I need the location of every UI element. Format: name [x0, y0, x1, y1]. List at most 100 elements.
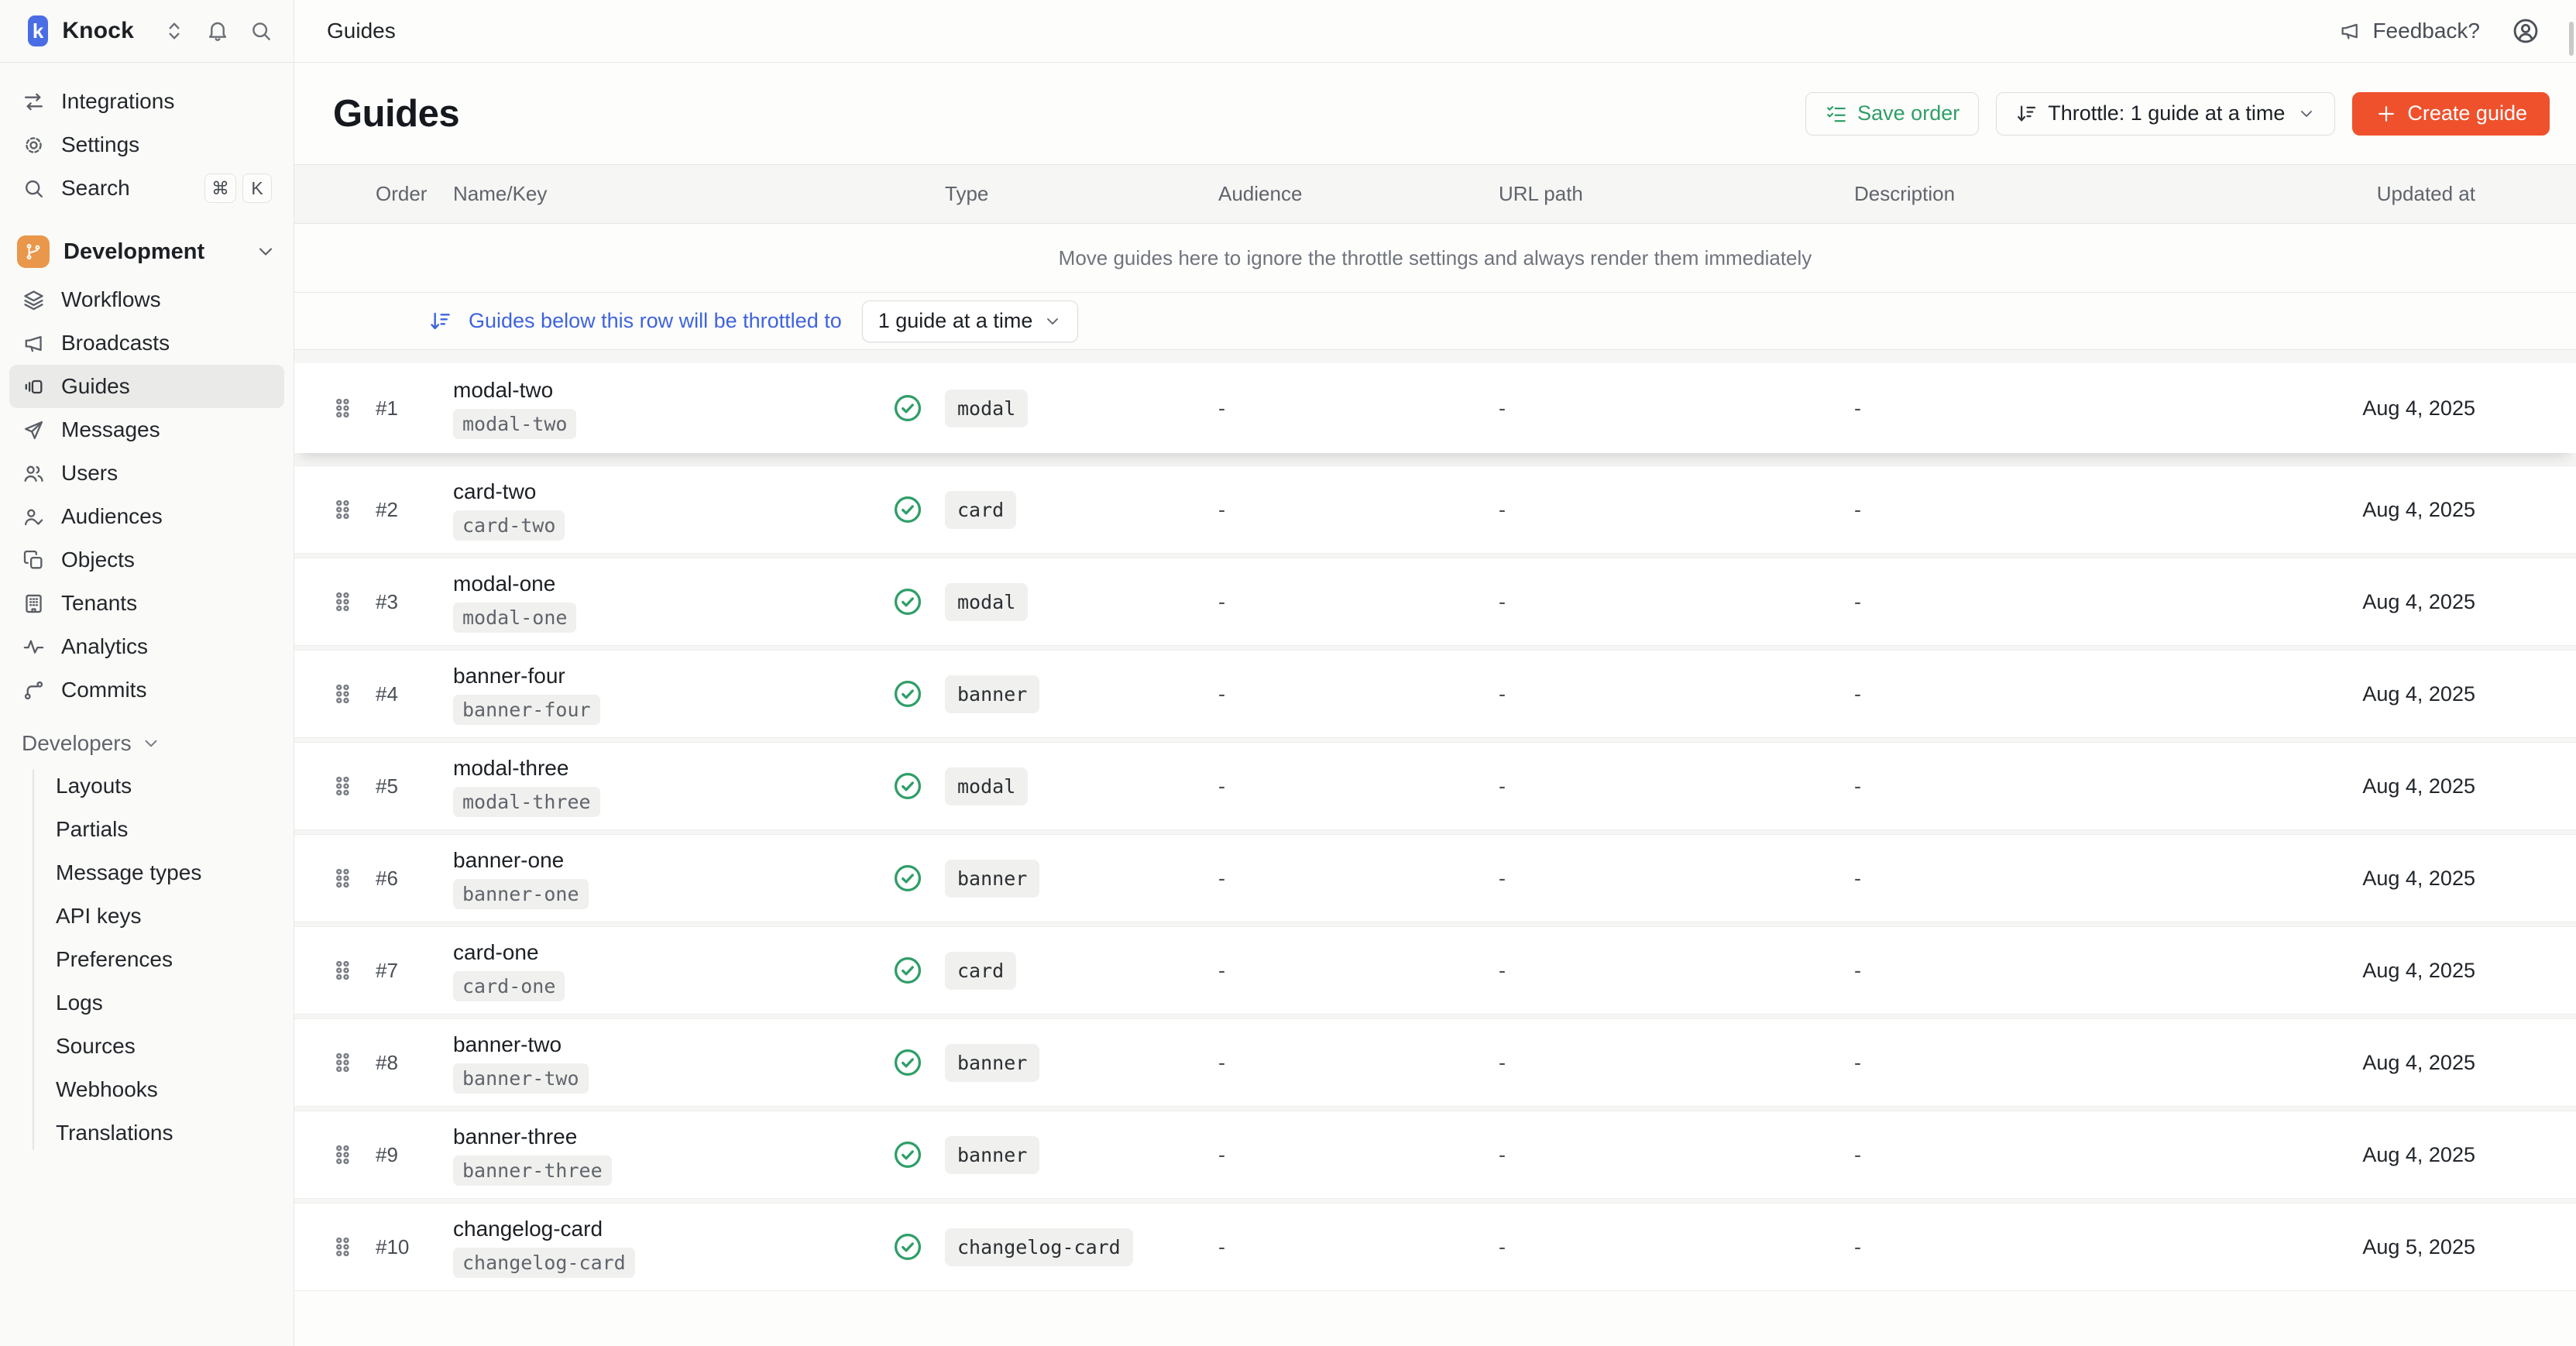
- drag-handle-icon[interactable]: [329, 863, 355, 894]
- guide-updated-at: Aug 4, 2025: [2324, 498, 2475, 522]
- sidebar-item-message-types[interactable]: Message types: [34, 851, 284, 894]
- sidebar-item-webhooks[interactable]: Webhooks: [34, 1068, 284, 1111]
- environment-icon: [17, 235, 50, 268]
- table-row[interactable]: #4 banner-four banner-four banner - - - …: [294, 650, 2576, 738]
- copy-pages-icon: [22, 548, 46, 572]
- environment-switcher[interactable]: Development: [9, 230, 284, 273]
- unfold-chevrons-icon[interactable]: [162, 19, 187, 43]
- guide-key: banner-four: [453, 695, 600, 725]
- guide-order: #6: [376, 867, 453, 891]
- developers-section-toggle[interactable]: Developers: [9, 723, 284, 764]
- save-order-button[interactable]: Save order: [1805, 92, 1979, 136]
- create-guide-button[interactable]: Create guide: [2352, 92, 2550, 136]
- guide-url-path: -: [1499, 1143, 1854, 1167]
- drag-handle-icon[interactable]: [329, 771, 355, 802]
- guide-key: card-two: [453, 510, 565, 541]
- guide-audience: -: [1218, 682, 1499, 706]
- sidebar-item-translations[interactable]: Translations: [34, 1111, 284, 1155]
- table-row[interactable]: #8 banner-two banner-two banner - - - Au…: [294, 1018, 2576, 1107]
- sidebar-item-guides[interactable]: Guides: [9, 365, 284, 408]
- drag-handle-icon[interactable]: [329, 1231, 355, 1262]
- sidebar-item-integrations[interactable]: Integrations: [9, 80, 284, 123]
- status-check-icon: [891, 677, 925, 711]
- table-row[interactable]: #1 modal-two modal-two modal - - - Aug 4…: [294, 363, 2576, 453]
- sidebar-item-objects[interactable]: Objects: [9, 538, 284, 582]
- guide-description: -: [1854, 867, 2324, 891]
- sidebar-item-broadcasts[interactable]: Broadcasts: [9, 321, 284, 365]
- sidebar-item-tenants[interactable]: Tenants: [9, 582, 284, 625]
- guide-url-path: -: [1499, 397, 1854, 421]
- guide-order: #8: [376, 1051, 453, 1075]
- knock-logo: k: [28, 15, 48, 46]
- guide-type-badge: banner: [945, 860, 1039, 898]
- sidebar-item-analytics[interactable]: Analytics: [9, 625, 284, 668]
- col-order: Order: [376, 182, 453, 206]
- sidebar-item-partials[interactable]: Partials: [34, 808, 284, 851]
- table-row[interactable]: #10 changelog-card changelog-card change…: [294, 1203, 2576, 1291]
- sidebar-item-audiences[interactable]: Audiences: [9, 495, 284, 538]
- guide-updated-at: Aug 4, 2025: [2324, 590, 2475, 614]
- sidebar-item-logs[interactable]: Logs: [34, 981, 284, 1025]
- guide-order: #9: [376, 1143, 453, 1167]
- sidebar-item-label: Workflows: [61, 287, 161, 312]
- sidebar-item-search[interactable]: Search ⌘ K: [9, 167, 284, 210]
- drag-handle-icon[interactable]: [329, 1139, 355, 1170]
- table-row[interactable]: #9 banner-three banner-three banner - - …: [294, 1111, 2576, 1199]
- sidebar-item-label: Logs: [56, 991, 103, 1015]
- guide-url-path: -: [1499, 1235, 1854, 1259]
- guide-description: -: [1854, 1235, 2324, 1259]
- guide-order: #3: [376, 590, 453, 614]
- drag-handle-icon[interactable]: [329, 1047, 355, 1078]
- guide-key: card-one: [453, 971, 565, 1001]
- drag-handle-icon[interactable]: [329, 955, 355, 986]
- sidebar-item-api-keys[interactable]: API keys: [34, 894, 284, 938]
- account-avatar-icon[interactable]: [2511, 16, 2540, 46]
- drag-handle-icon[interactable]: [329, 586, 355, 617]
- status-check-icon: [891, 1138, 925, 1172]
- throttle-amount-select[interactable]: 1 guide at a time: [862, 300, 1079, 342]
- table-row[interactable]: #6 banner-one banner-one banner - - - Au…: [294, 834, 2576, 922]
- guide-name: banner-one: [453, 848, 564, 873]
- table-row[interactable]: #5 modal-three modal-three modal - - - A…: [294, 742, 2576, 830]
- drag-handle-icon[interactable]: [329, 393, 355, 424]
- status-check-icon: [891, 1046, 925, 1080]
- guide-updated-at: Aug 4, 2025: [2324, 1143, 2475, 1167]
- sidebar-item-workflows[interactable]: Workflows: [9, 278, 284, 321]
- vertical-scrollbar[interactable]: [2569, 22, 2574, 56]
- table-row[interactable]: #3 modal-one modal-one modal - - - Aug 4…: [294, 558, 2576, 646]
- guide-audience: -: [1218, 867, 1499, 891]
- page-header: Guides Save order Throttle: 1 guide at a…: [294, 63, 2576, 164]
- table-row[interactable]: #2 card-two card-two card - - - Aug 4, 2…: [294, 465, 2576, 554]
- status-check-icon: [891, 1230, 925, 1264]
- sidebar-item-preferences[interactable]: Preferences: [34, 938, 284, 981]
- sidebar-item-sources[interactable]: Sources: [34, 1025, 284, 1068]
- guide-type-badge: changelog-card: [945, 1228, 1133, 1266]
- drag-handle-icon[interactable]: [329, 678, 355, 709]
- sidebar-item-commits[interactable]: Commits: [9, 668, 284, 712]
- status-check-icon: [891, 493, 925, 527]
- sidebar-item-messages[interactable]: Messages: [9, 408, 284, 452]
- bell-icon[interactable]: [205, 19, 230, 43]
- sidebar-item-users[interactable]: Users: [9, 452, 284, 495]
- guides-icon: [22, 375, 46, 399]
- chevron-down-icon: [255, 241, 276, 263]
- guide-name: modal-three: [453, 756, 568, 781]
- drop-gap: [294, 350, 2576, 363]
- guide-order: #7: [376, 959, 453, 983]
- throttle-divider-link[interactable]: Guides below this row will be throttled …: [469, 309, 842, 333]
- sidebar-item-label: Tenants: [61, 591, 137, 616]
- workspace-switcher[interactable]: k Knock: [0, 0, 294, 63]
- guide-url-path: -: [1499, 682, 1854, 706]
- users-icon: [22, 462, 46, 486]
- status-check-icon: [891, 391, 925, 425]
- save-order-label: Save order: [1857, 101, 1959, 125]
- table-row[interactable]: #7 card-one card-one card - - - Aug 4, 2…: [294, 926, 2576, 1015]
- create-guide-label: Create guide: [2407, 101, 2527, 125]
- drag-handle-icon[interactable]: [329, 494, 355, 525]
- sidebar-item-settings[interactable]: Settings: [9, 123, 284, 167]
- feedback-button[interactable]: Feedback?: [2338, 19, 2480, 43]
- guide-order: #10: [376, 1235, 453, 1259]
- throttle-dropdown-button[interactable]: Throttle: 1 guide at a time: [1996, 92, 2335, 136]
- sidebar-item-layouts[interactable]: Layouts: [34, 764, 284, 808]
- search-icon[interactable]: [249, 19, 273, 43]
